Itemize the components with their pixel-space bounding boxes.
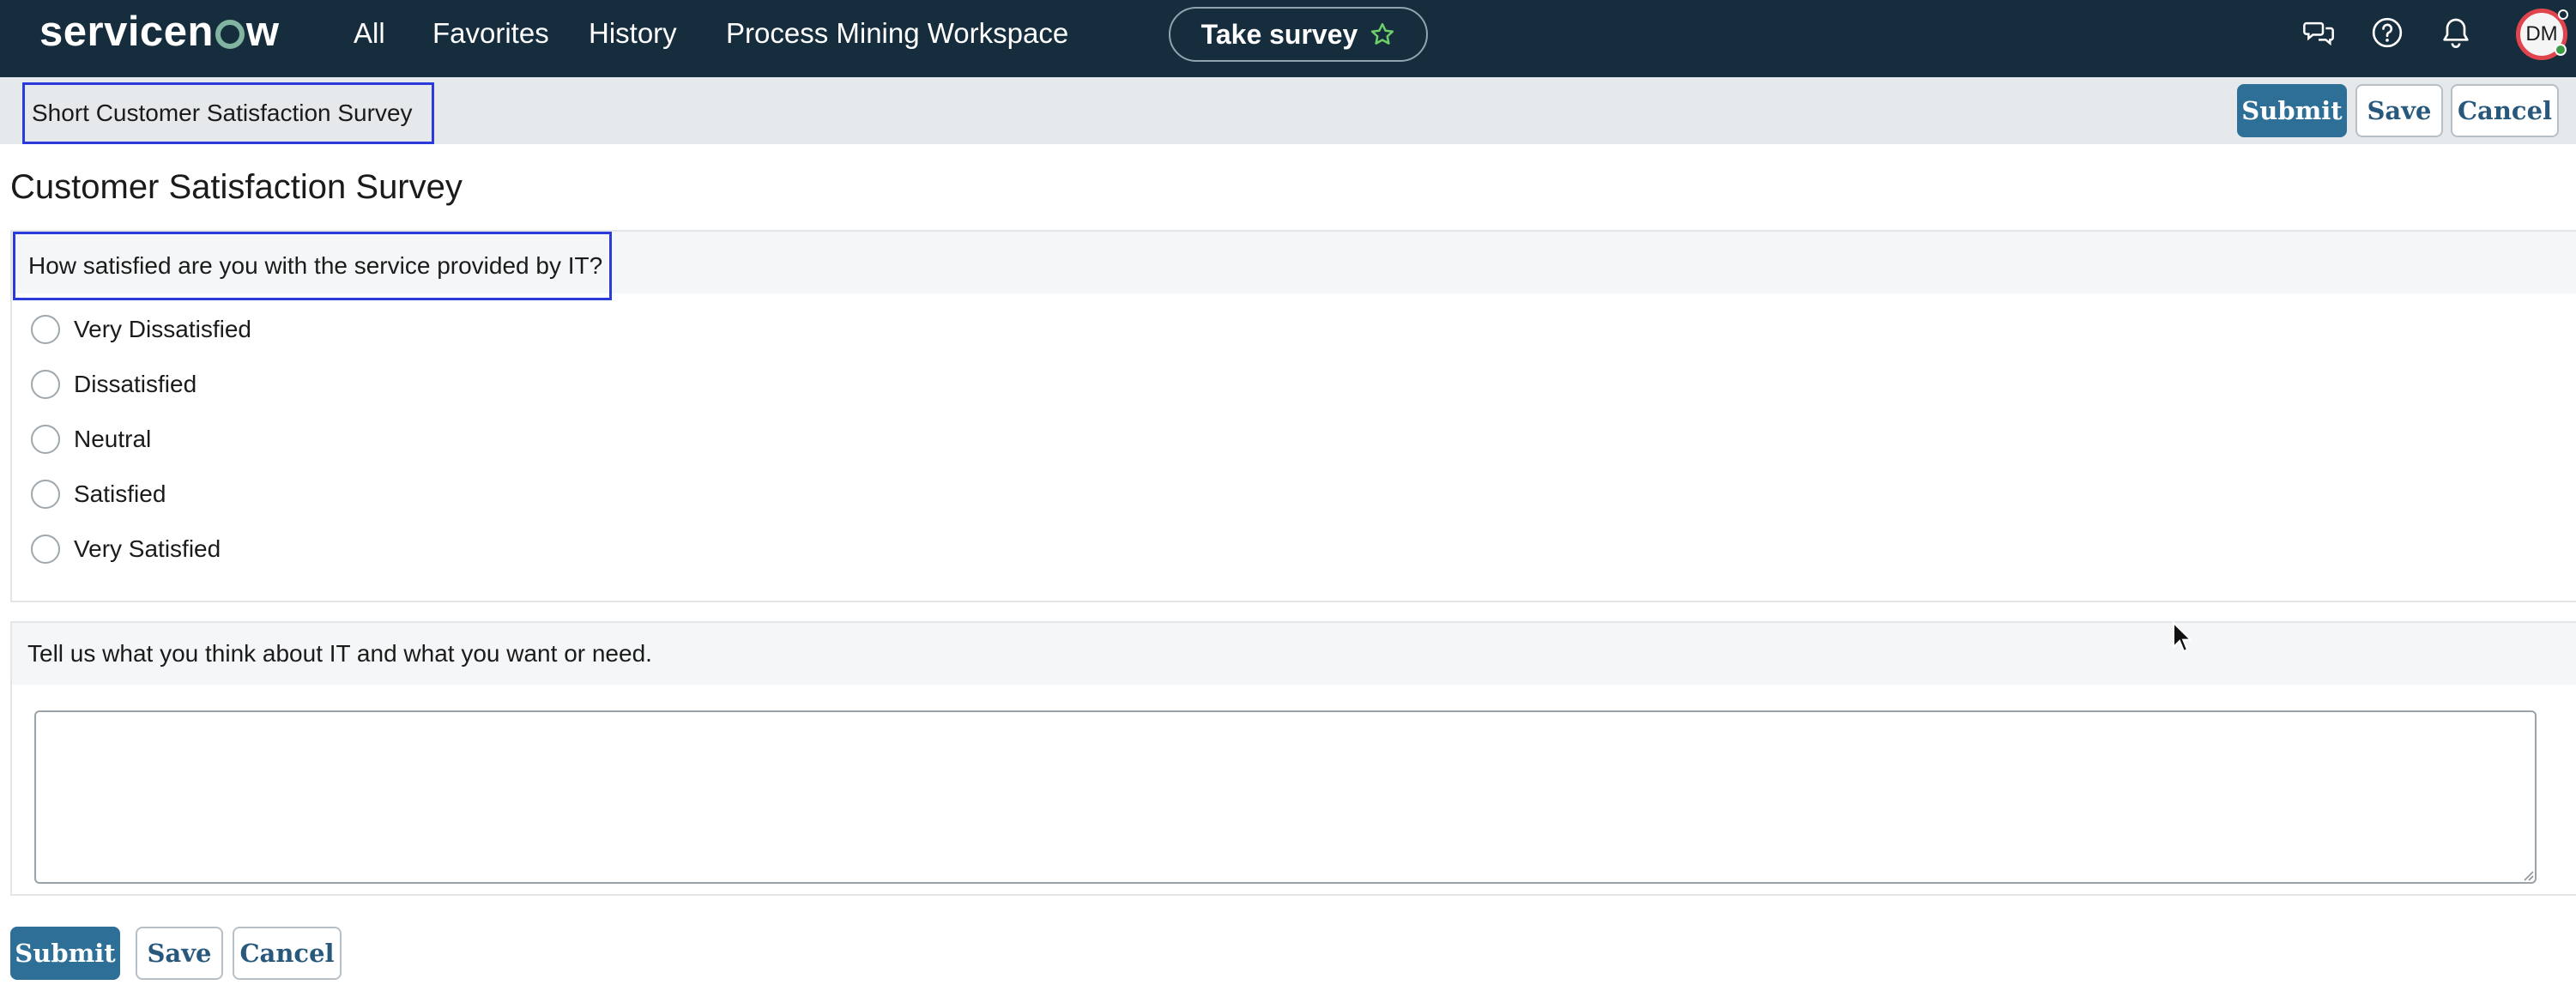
servicenow-logo[interactable]: servicen w [39, 2, 280, 62]
option-dissatisfied[interactable]: Dissatisfied [31, 367, 197, 402]
feedback-textarea[interactable] [34, 710, 2537, 884]
top-navigation-bar: servicen w All Favorites History Process … [0, 0, 2576, 77]
take-survey-label: Take survey [1200, 18, 1358, 50]
form-title: Short Customer Satisfaction Survey [22, 82, 434, 144]
nav-item-favorites[interactable]: Favorites [432, 16, 549, 51]
question-1-label: How satisfied are you with the service p… [13, 232, 612, 300]
nav-item-process-mining-workspace[interactable]: Process Mining Workspace [726, 16, 1068, 51]
option-label: Very Dissatisfied [74, 316, 251, 342]
user-avatar[interactable]: DM [2516, 9, 2568, 60]
nav-item-all[interactable]: All [354, 16, 385, 51]
take-survey-button[interactable]: Take survey [1169, 7, 1428, 62]
page-title: Customer Satisfaction Survey [10, 168, 463, 206]
avatar-initials: DM [2525, 22, 2558, 45]
option-neutral[interactable]: Neutral [31, 422, 151, 456]
footer-save-button[interactable]: Save [136, 927, 223, 980]
radio-button[interactable] [31, 315, 60, 344]
option-satisfied[interactable]: Satisfied [31, 477, 166, 511]
header-save-button[interactable]: Save [2355, 84, 2443, 137]
option-label: Satisfied [74, 480, 166, 507]
resize-handle-icon[interactable] [2519, 867, 2535, 882]
radio-button[interactable] [31, 480, 60, 509]
footer-cancel-button[interactable]: Cancel [233, 927, 342, 980]
nav-item-history[interactable]: History [589, 16, 677, 51]
option-label: Neutral [74, 426, 152, 452]
mouse-cursor-icon [2173, 621, 2192, 653]
radio-button[interactable] [31, 535, 60, 564]
logo-text-start: servicen [39, 9, 214, 55]
presence-indicator [2555, 44, 2567, 56]
option-very-dissatisfied[interactable]: Very Dissatisfied [31, 312, 251, 347]
bell-icon[interactable] [2439, 15, 2473, 50]
header-cancel-button[interactable]: Cancel [2451, 84, 2559, 137]
question-2-label: Tell us what you think about IT and what… [27, 640, 652, 667]
option-label: Dissatisfied [74, 371, 197, 397]
radio-button[interactable] [31, 370, 60, 399]
help-icon[interactable] [2370, 15, 2404, 50]
footer-submit-button[interactable]: Submit [10, 927, 120, 980]
radio-button[interactable] [31, 425, 60, 454]
option-very-satisfied[interactable]: Very Satisfied [31, 532, 221, 566]
header-submit-button[interactable]: Submit [2237, 84, 2347, 137]
logo-o-ring [215, 20, 245, 49]
chat-icon[interactable] [2301, 15, 2336, 50]
logo-text-end: w [245, 9, 280, 55]
star-outline-icon [1371, 22, 1394, 45]
avatar-status-ring [2558, 9, 2568, 20]
option-label: Very Satisfied [74, 535, 221, 562]
